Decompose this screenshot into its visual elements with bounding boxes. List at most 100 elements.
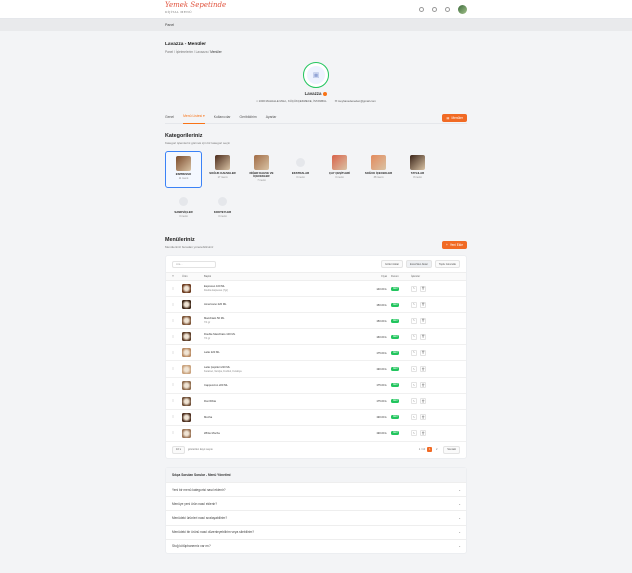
drag-handle-icon[interactable]: ⠿ — [172, 399, 182, 403]
menus-button[interactable]: ▤ Menüler — [442, 114, 467, 122]
delete-icon[interactable]: 🗑 — [420, 285, 426, 292]
row-image-cell — [182, 300, 204, 310]
edit-icon[interactable]: ✎ — [411, 317, 417, 324]
row-actions: ✎ 🗑 — [411, 398, 441, 405]
breadcrumb: Panel / İşletmelerim / Lavazza / Menüler — [165, 50, 467, 54]
delete-icon[interactable]: 🗑 — [420, 301, 426, 308]
category-card[interactable]: DİĞER KAHVE VE İÇECEKLER 7 menü — [243, 151, 280, 188]
status-badge[interactable]: Aktif — [391, 334, 400, 339]
status-badge[interactable]: Aktif — [391, 350, 400, 355]
category-card[interactable]: SANDVİÇLER 0 menü — [165, 190, 202, 227]
delete-icon[interactable]: 🗑 — [420, 382, 426, 389]
search-input[interactable]: Ara... — [172, 260, 216, 268]
category-card[interactable]: ESPRESSO 11 menü — [165, 151, 202, 188]
tab-kullanicilar[interactable]: Kullanıcılar — [214, 110, 231, 124]
faq-question: Menüdeki bir ürünü nasıl düzenleyebiliri… — [172, 530, 255, 535]
tab-ayarlar[interactable]: Ayarlar — [266, 110, 277, 124]
status-badge[interactable]: Aktif — [391, 286, 400, 291]
per-page-select[interactable]: 10 ▾ — [172, 445, 185, 454]
bulk-update-button[interactable]: Toplu Güncelle — [434, 260, 460, 268]
tab-geribildirim[interactable]: Geribildirim — [240, 110, 257, 124]
status-badge[interactable]: Aktif — [391, 367, 400, 372]
app-logo[interactable]: Yemek Sepetinde DİJİTAL MENÜ — [165, 2, 226, 16]
moon-icon[interactable] — [432, 6, 437, 12]
drag-handle-icon[interactable]: ⠿ — [172, 367, 182, 371]
page-1-button[interactable]: 1 — [427, 447, 433, 453]
column-header-price[interactable]: Fiyat — [367, 275, 391, 278]
delete-icon[interactable]: 🗑 — [420, 398, 426, 405]
menus-subtitle: Menülerinizi buradan yönetebilirsiniz — [165, 245, 214, 249]
export-button[interactable]: Gizleri Aktar — [381, 260, 404, 268]
business-logo[interactable]: ▣ — [303, 62, 329, 88]
business-profile: ▣ Lavazza ⌾ 1000 MAHALLE MAH., KÜÇÜKÇEKM… — [165, 62, 467, 103]
category-image — [371, 155, 386, 170]
drag-handle-icon[interactable]: ⠿ — [172, 319, 182, 323]
tab-genel[interactable]: Genel — [165, 110, 174, 124]
add-menu-button[interactable]: + Yeni Ekle — [441, 241, 467, 249]
page-2-button[interactable]: 2 — [434, 447, 439, 452]
status-badge[interactable]: Aktif — [391, 415, 400, 420]
drag-handle-icon[interactable]: ⠿ — [172, 303, 182, 307]
bell-icon[interactable] — [445, 6, 450, 12]
column-header-title[interactable]: Başlık — [204, 275, 367, 278]
edit-icon[interactable]: ✎ — [411, 398, 417, 405]
table-row: ⠿ Macchiato 50 ML 7/4 gr 150.00 ₺ Aktif ✎ 🗑 — [166, 313, 466, 330]
category-card[interactable]: ÇAY ÇEŞİTLERİ 0 menü — [321, 151, 358, 188]
row-actions: ✎ 🗑 — [411, 317, 441, 324]
drag-handle-icon[interactable]: ⠿ — [172, 351, 182, 355]
delete-icon[interactable]: 🗑 — [420, 317, 426, 324]
chevron-down-icon: ⌄ — [458, 487, 461, 492]
drag-handle-icon[interactable]: ⠿ — [172, 383, 182, 387]
edit-icon[interactable]: ✎ — [411, 366, 417, 373]
page-title: Lavazza - Menüler — [165, 42, 207, 47]
category-count: 0 menü — [179, 215, 188, 219]
table-row: ⠿ Cappuccino 220 ML 175.00 ₺ Aktif ✎ 🗑 — [166, 378, 466, 394]
delete-icon[interactable]: 🗑 — [420, 430, 426, 437]
status-badge[interactable]: Aktif — [391, 431, 400, 436]
breadcrumb-current: Menüler — [210, 50, 222, 54]
next-page-button[interactable]: Sonraki — [443, 445, 460, 454]
edit-icon[interactable]: ✎ — [411, 414, 417, 421]
drag-handle-icon[interactable]: ⠿ — [172, 415, 182, 419]
status-badge[interactable]: Aktif — [391, 399, 400, 404]
faq-item[interactable]: Yeni bir menü kategorisi nasıl eklenir? ⌄ — [166, 481, 466, 496]
faq-item[interactable]: Menüdeki bir ürünü nasıl düzenleyebiliri… — [166, 524, 466, 539]
menu-item-price: 175.00 ₺ — [376, 384, 387, 388]
edit-icon[interactable]: ✎ — [411, 382, 417, 389]
breadcrumb-path[interactable]: Panel / İşletmelerim / Lavazza / — [165, 50, 210, 54]
category-card[interactable]: SOĞUK İÇECEKLER 38 menü — [360, 151, 397, 188]
category-card[interactable]: SOĞUK KAHVELER 17 menü — [204, 151, 241, 188]
status-badge[interactable]: Aktif — [391, 318, 400, 323]
drag-handle-icon[interactable]: ⠿ — [172, 335, 182, 339]
delete-icon[interactable]: 🗑 — [420, 366, 426, 373]
edit-icon[interactable]: ✎ — [411, 285, 417, 292]
category-card[interactable]: EKSTRALAR 0 menü — [282, 151, 319, 188]
faq-item[interactable]: Stoğ kötüphanemiz var mı? ⌄ — [166, 538, 466, 553]
row-image-cell — [182, 364, 204, 374]
status-badge[interactable]: Aktif — [391, 302, 400, 307]
import-excel-button[interactable]: Excel'den Aktar — [406, 260, 432, 268]
edit-icon[interactable]: ✎ — [411, 430, 417, 437]
edit-icon[interactable]: ✎ — [411, 333, 417, 340]
drag-handle-icon[interactable]: ⠿ — [172, 287, 182, 291]
menu-item-name: White Mocha — [204, 431, 220, 435]
edit-icon[interactable]: ✎ — [411, 349, 417, 356]
drag-handle-icon[interactable]: ⠿ — [172, 431, 182, 435]
delete-icon[interactable]: 🗑 — [420, 414, 426, 421]
menu-item-price: 150.00 ₺ — [376, 319, 387, 323]
delete-icon[interactable]: 🗑 — [420, 349, 426, 356]
delete-icon[interactable]: 🗑 — [420, 333, 426, 340]
menu-table-card: Ara... Gizleri Aktar Excel'den Aktar Top… — [165, 255, 467, 459]
faq-item[interactable]: Menüye yeni ürün nasıl eklenir? ⌄ — [166, 496, 466, 510]
menu-item-description: 7/4 gr — [204, 337, 211, 341]
grid-icon[interactable] — [419, 6, 424, 12]
breadcrumb-root[interactable]: Panel — [165, 23, 174, 27]
tab-menu-listesi[interactable]: Menü Listesi ▾ — [183, 110, 205, 124]
category-card[interactable]: TATLILAR 8 menü — [399, 151, 436, 188]
edit-icon[interactable]: ✎ — [411, 301, 417, 308]
business-name: Lavazza — [304, 91, 322, 96]
category-card[interactable]: KOKTEYLER 0 menü — [204, 190, 241, 227]
faq-item[interactable]: Menüdeki ürünleri nasıl sıralayabilirim?… — [166, 510, 466, 524]
avatar[interactable] — [458, 4, 467, 14]
status-badge[interactable]: Aktif — [391, 383, 400, 388]
